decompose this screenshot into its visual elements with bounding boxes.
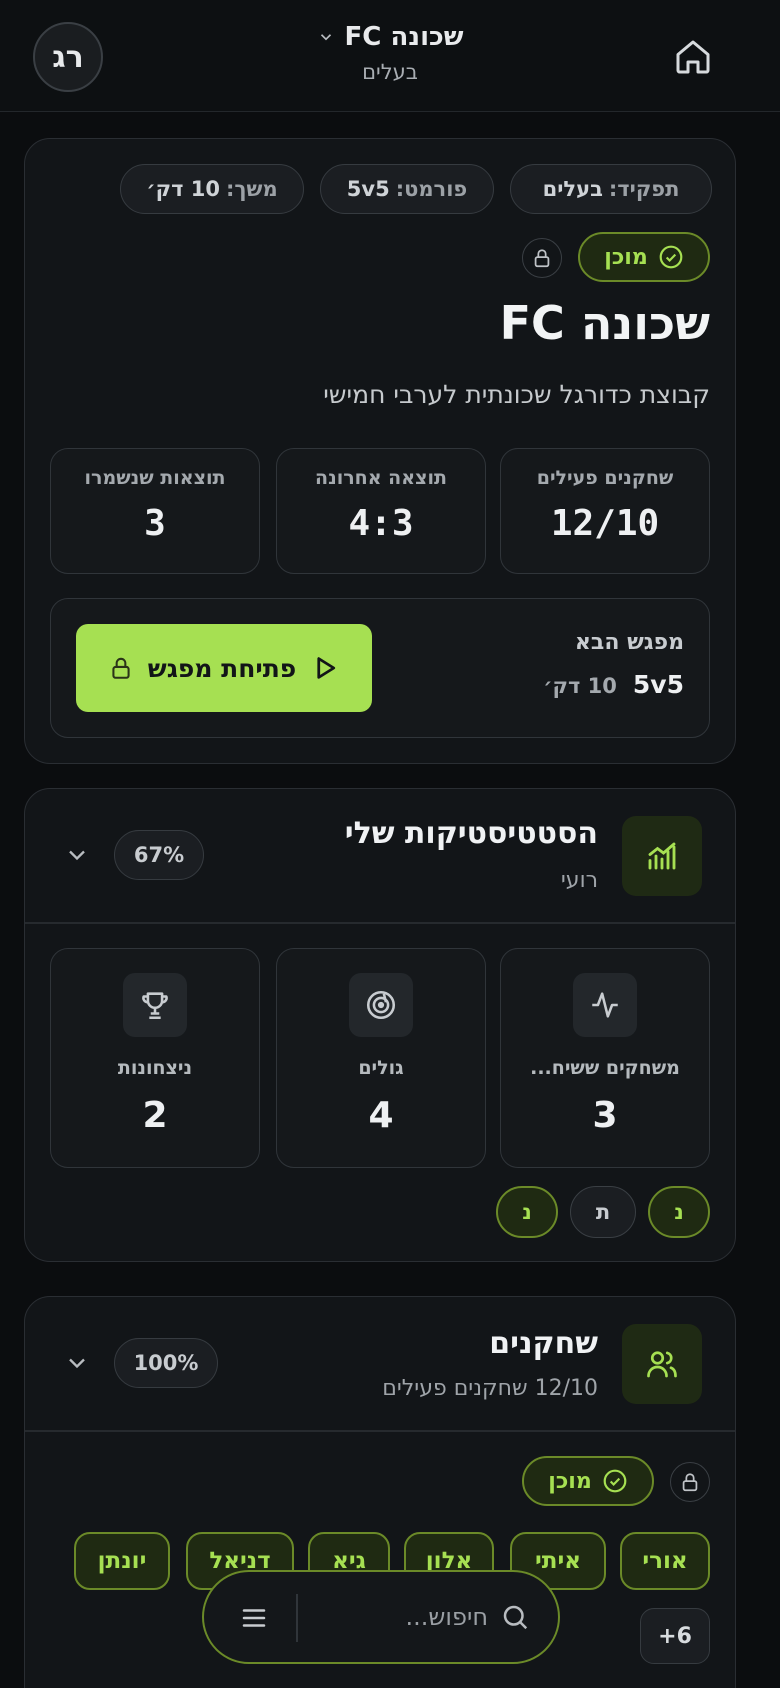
chevron-down-icon xyxy=(317,28,335,46)
stat-wins: ניצחונות 2 xyxy=(50,948,260,1168)
team-role-label: בעלים xyxy=(362,60,418,84)
play-icon xyxy=(310,653,340,683)
open-match-button[interactable]: פתיחת מפגש xyxy=(76,624,372,712)
goal-target-icon xyxy=(349,973,413,1037)
players-ready-badge: מוכן xyxy=(522,1456,654,1506)
stats-tile xyxy=(622,816,702,896)
next-match-format: 5v5 xyxy=(632,670,684,699)
stat-active-players: שחקנים פעילים 12/10 xyxy=(500,448,710,574)
stat-label: תוצאה אחרונה xyxy=(315,467,447,489)
hamburger-menu-icon xyxy=(239,1603,269,1633)
lock-icon xyxy=(679,1471,701,1493)
stat-label: גולים xyxy=(358,1057,404,1079)
stat-value: 2 xyxy=(142,1095,168,1136)
trophy-icon xyxy=(123,973,187,1037)
player-chip[interactable]: יונתן xyxy=(74,1532,170,1590)
lock-icon xyxy=(108,655,134,681)
format-pill: פורמט: 5v5 xyxy=(320,164,494,214)
players-percent: 100% xyxy=(114,1338,218,1388)
stat-label: ניצחונות xyxy=(117,1057,193,1079)
status-text: מוכן xyxy=(604,244,648,270)
stat-value: 4:3 xyxy=(348,503,414,544)
bar-chart-icon xyxy=(644,838,680,874)
pill-value: 5v5 xyxy=(346,177,390,201)
lock-icon xyxy=(531,247,553,269)
menu-button[interactable] xyxy=(234,1598,274,1638)
players-subtitle: 12/10 שחקנים פעילים xyxy=(382,1376,598,1401)
stat-last-result: תוצאה אחרונה 4:3 xyxy=(276,448,486,574)
search-field[interactable]: חיפוש... xyxy=(406,1572,530,1662)
stat-value: 3 xyxy=(144,503,166,544)
next-match-details: 5v5 10 דק׳ xyxy=(543,670,684,699)
player-chip[interactable]: אורי xyxy=(620,1532,710,1590)
players-lock-toggle[interactable] xyxy=(670,1462,710,1502)
lock-toggle[interactable] xyxy=(522,238,562,278)
section-divider xyxy=(25,1430,735,1432)
next-match-duration: 10 דק׳ xyxy=(543,674,617,698)
form-result-draw: ת xyxy=(570,1186,636,1238)
players-tile xyxy=(622,1324,702,1404)
role-pill: תפקיד: בעלים xyxy=(510,164,712,214)
team-title: שכונה FC xyxy=(499,296,710,350)
stat-label: תוצאות שנשמרו xyxy=(84,467,226,489)
form-result-win: נ xyxy=(648,1186,710,1238)
activity-icon xyxy=(573,973,637,1037)
duration-pill: משך: 10 דק׳ xyxy=(120,164,304,214)
open-match-label: פתיחת מפגש xyxy=(147,653,297,683)
stat-value: 12/10 xyxy=(550,503,660,544)
team-switcher-label: שכונה FC xyxy=(344,22,464,52)
stat-label: שחקנים פעילים xyxy=(536,467,674,489)
search-placeholder: חיפוש... xyxy=(405,1603,488,1631)
floating-search-bar: חיפוש... xyxy=(202,1570,560,1664)
team-description: קבוצת כדורגל שכונתית לערבי חמישי xyxy=(323,380,710,409)
next-match-label: מפגש הבא xyxy=(574,630,684,655)
pill-key: משך: xyxy=(226,177,278,201)
pill-key: פורמט: xyxy=(395,177,468,201)
stat-label: משחקים ששיח... xyxy=(530,1057,680,1079)
stat-games-played: משחקים ששיח... 3 xyxy=(500,948,710,1168)
stat-goals: גולים 4 xyxy=(276,948,486,1168)
pill-key: תפקיד: xyxy=(608,177,680,201)
check-circle-icon xyxy=(658,244,684,270)
status-text: מוכן xyxy=(548,1468,592,1494)
user-avatar[interactable]: רג xyxy=(33,22,103,92)
top-header xyxy=(0,0,780,112)
my-stats-collapse-button[interactable] xyxy=(62,840,92,870)
home-button[interactable] xyxy=(668,32,718,82)
users-icon xyxy=(644,1346,680,1382)
pill-value: בעלים xyxy=(542,177,603,201)
stat-saved-results: תוצאות שנשמרו 3 xyxy=(50,448,260,574)
search-divider xyxy=(296,1594,298,1642)
chevron-down-icon xyxy=(63,1349,91,1377)
more-players-button[interactable]: 6+ xyxy=(640,1608,710,1664)
my-stats-title: הסטטיסטיקות שלי xyxy=(344,816,598,851)
players-title: שחקנים xyxy=(489,1326,598,1361)
chevron-down-icon xyxy=(63,841,91,869)
players-collapse-button[interactable] xyxy=(62,1348,92,1378)
pill-value: 10 דק׳ xyxy=(146,177,221,201)
section-divider xyxy=(25,922,735,924)
search-icon xyxy=(500,1602,530,1632)
stat-value: 3 xyxy=(592,1095,618,1136)
stat-value: 4 xyxy=(368,1095,394,1136)
home-icon xyxy=(673,37,713,77)
check-circle-icon xyxy=(602,1468,628,1494)
form-result-win: נ xyxy=(496,1186,558,1238)
my-stats-percent: 67% xyxy=(114,830,204,880)
ready-status-badge: מוכן xyxy=(578,232,710,282)
my-stats-subtitle: רועי xyxy=(560,868,598,893)
team-switcher[interactable]: שכונה FC xyxy=(270,20,510,54)
